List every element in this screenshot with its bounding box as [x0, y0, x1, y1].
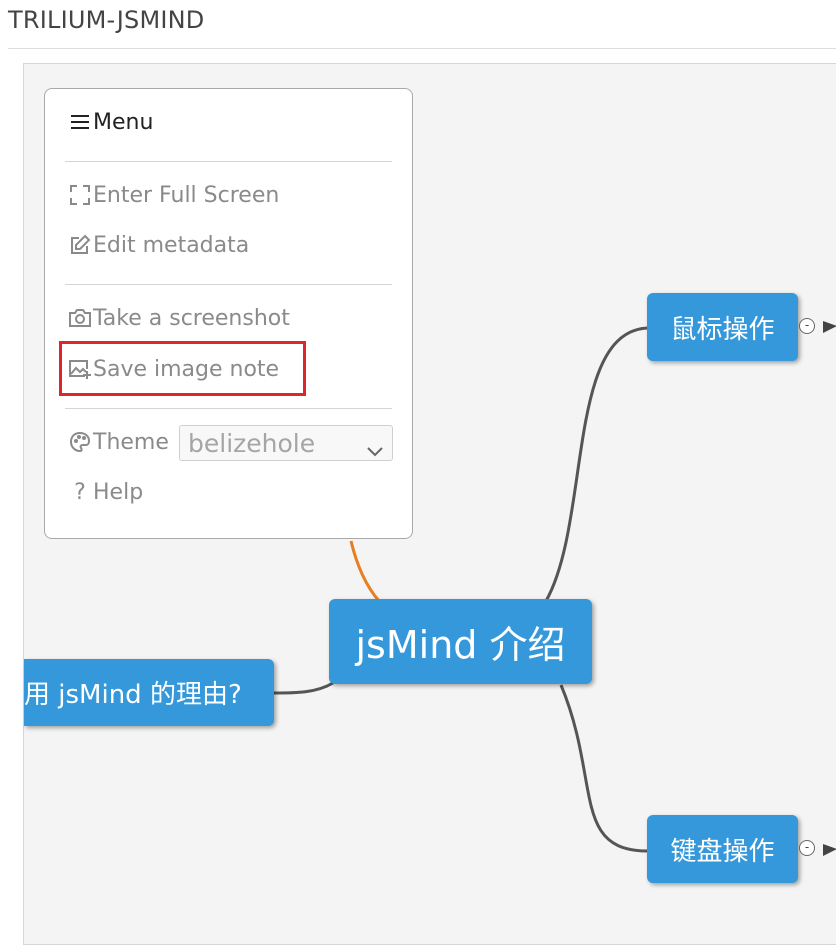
link-root-to-left — [273, 681, 334, 695]
menu-item-fullscreen-label: Enter Full Screen — [93, 182, 280, 208]
menu-item-theme-label: Theme — [93, 429, 169, 455]
menu-divider — [65, 161, 392, 162]
menu-item-screenshot[interactable]: Take a screenshot — [67, 305, 290, 331]
mindmap-root-node[interactable]: jsMind 介绍 — [329, 599, 592, 684]
mindmap-mouse-node[interactable]: 鼠标操作 — [647, 293, 798, 361]
menu-item-edit-metadata[interactable]: Edit metadata — [67, 232, 249, 258]
mindmap-keyboard-node[interactable]: 键盘操作 — [647, 815, 798, 883]
palette-icon — [67, 429, 93, 455]
hamburger-icon — [67, 109, 93, 135]
menu-item-fullscreen[interactable]: Enter Full Screen — [67, 182, 279, 208]
theme-select[interactable]: belizehole — [179, 425, 393, 461]
link-root-to-keyboard — [559, 684, 649, 853]
link-root-to-mouse — [544, 326, 649, 602]
menu-header-label: Menu — [93, 109, 154, 135]
fullscreen-icon — [67, 182, 93, 208]
menu-header[interactable]: Menu — [67, 109, 153, 135]
menu-item-edit-metadata-label: Edit metadata — [93, 232, 250, 258]
menu-divider — [65, 284, 392, 285]
app-title: TRILIUM-JSMIND — [8, 6, 205, 34]
menu-item-theme: Theme — [67, 429, 169, 455]
menu-item-help-label: Help — [93, 479, 144, 505]
expander-mouse-node[interactable]: - — [799, 318, 815, 334]
expander-keyboard-node[interactable]: - — [799, 840, 815, 856]
edit-icon — [67, 232, 93, 258]
menu-panel: Menu Enter Full Screen Edit metadata Tak… — [44, 88, 413, 539]
camera-icon — [67, 305, 93, 331]
title-divider — [8, 48, 836, 49]
menu-divider — [65, 408, 392, 409]
link-root-to-hidden — [349, 540, 381, 602]
highlight-box — [59, 341, 306, 396]
help-icon: ? — [74, 479, 86, 505]
branch-arrow-top — [823, 321, 836, 333]
branch-arrow-bottom — [823, 844, 836, 856]
theme-select-value: belizehole — [188, 428, 316, 458]
menu-item-help[interactable]: ? Help — [67, 479, 143, 505]
mindmap-left-node[interactable]: 用 jsMind 的理由? — [24, 659, 274, 726]
chevron-down-icon — [366, 435, 384, 464]
menu-item-screenshot-label: Take a screenshot — [93, 305, 290, 331]
